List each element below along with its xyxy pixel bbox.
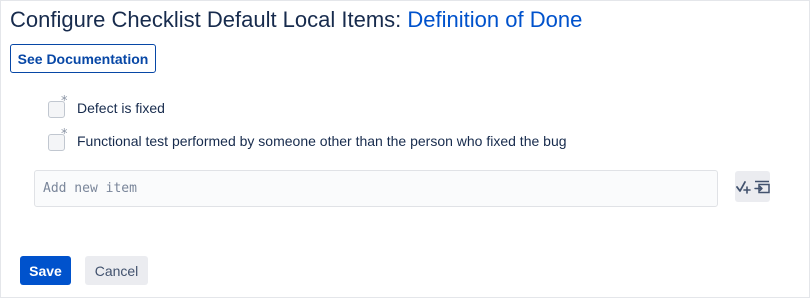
add-new-item-input[interactable] xyxy=(34,170,718,207)
insert-header-icon[interactable] xyxy=(753,179,770,195)
item-checkbox[interactable]: * xyxy=(48,94,68,118)
checklist-item-label[interactable]: Defect is fixed xyxy=(77,100,165,116)
checklist-item-label[interactable]: Functional test performed by someone oth… xyxy=(77,133,567,149)
checklist-item: * Functional test performed by someone o… xyxy=(48,127,567,151)
item-checkbox[interactable]: * xyxy=(48,127,68,151)
mandatory-marker-icon: * xyxy=(61,127,68,142)
cancel-button[interactable]: Cancel xyxy=(85,256,148,285)
add-mandatory-item-icon[interactable] xyxy=(736,179,752,195)
see-documentation-button[interactable]: See Documentation xyxy=(10,44,156,73)
page-title: Configure Checklist Default Local Items:… xyxy=(10,6,582,34)
save-button[interactable]: Save xyxy=(20,256,71,285)
page-title-prefix: Configure Checklist Default Local Items: xyxy=(10,7,402,32)
mandatory-marker-icon: * xyxy=(61,94,68,109)
checklist-name-link[interactable]: Definition of Done xyxy=(407,7,582,32)
checklist-item: * Defect is fixed xyxy=(48,94,165,118)
new-item-tools xyxy=(735,171,770,202)
